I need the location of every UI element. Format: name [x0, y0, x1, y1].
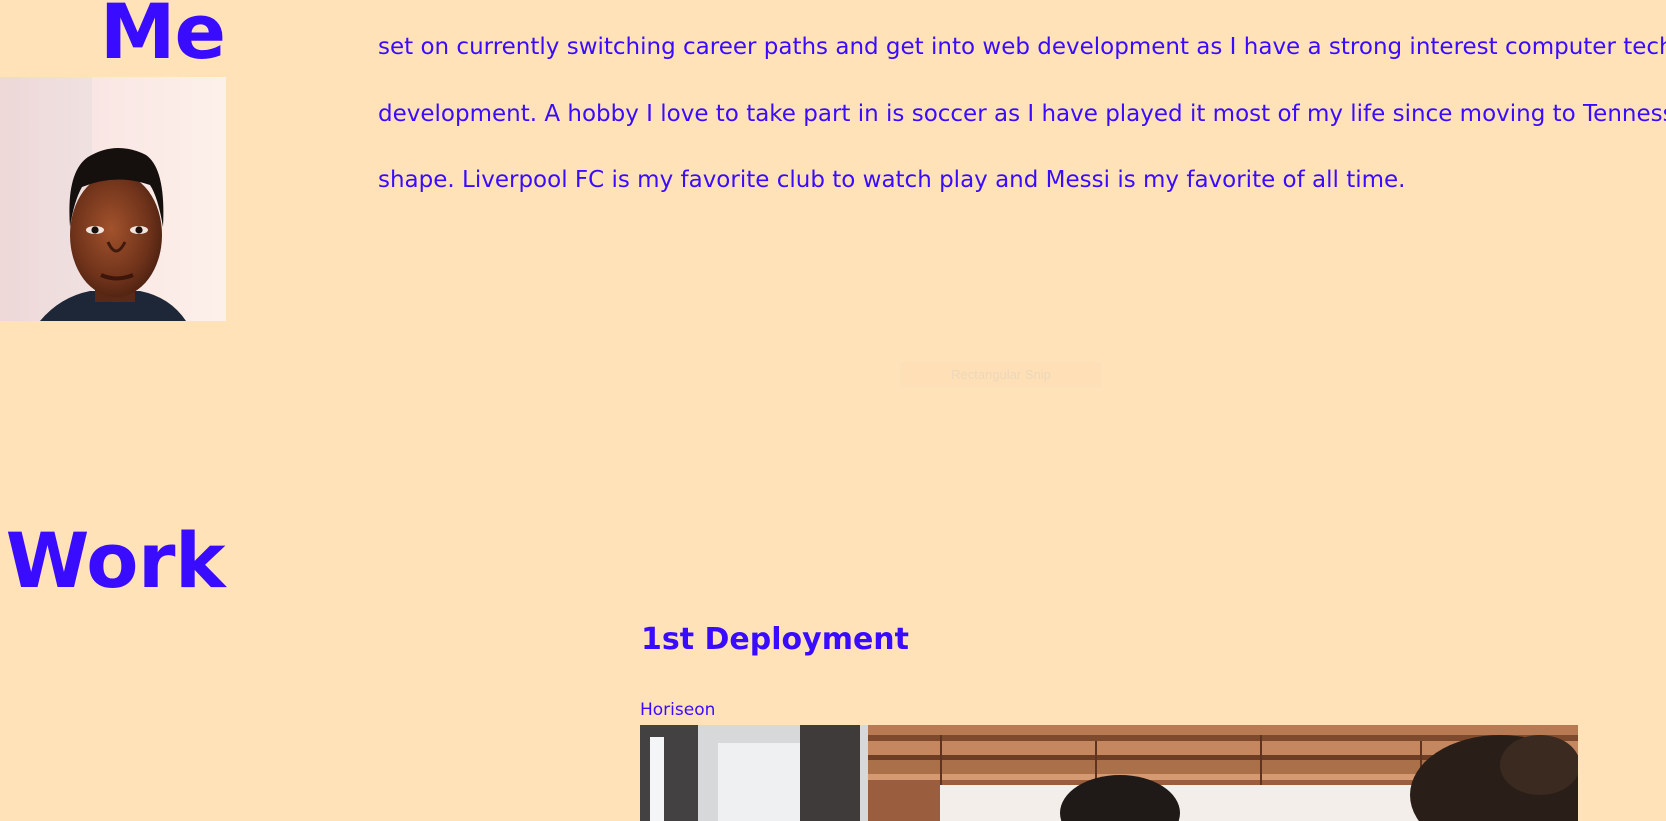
profile-photo [0, 77, 226, 321]
project-title[interactable]: 1st Deployment [641, 622, 909, 658]
project-screenshot-image[interactable] [640, 725, 1578, 821]
bio-line: development. A hobby I love to take part… [378, 100, 1666, 127]
about-me-heading: Me [99, 0, 226, 76]
project-subtitle: Horiseon [640, 700, 716, 720]
bio-line: shape. Liverpool FC is my favorite club … [378, 167, 1406, 193]
portfolio-page: Me set on currently switching career pat… [0, 0, 1666, 821]
rectangular-snip-tooltip: Rectangular Snip [900, 362, 1102, 388]
work-heading: Work [5, 516, 226, 605]
about-bio: set on currently switching career paths … [378, 14, 1666, 214]
bio-line: set on currently switching career paths … [378, 34, 1666, 60]
